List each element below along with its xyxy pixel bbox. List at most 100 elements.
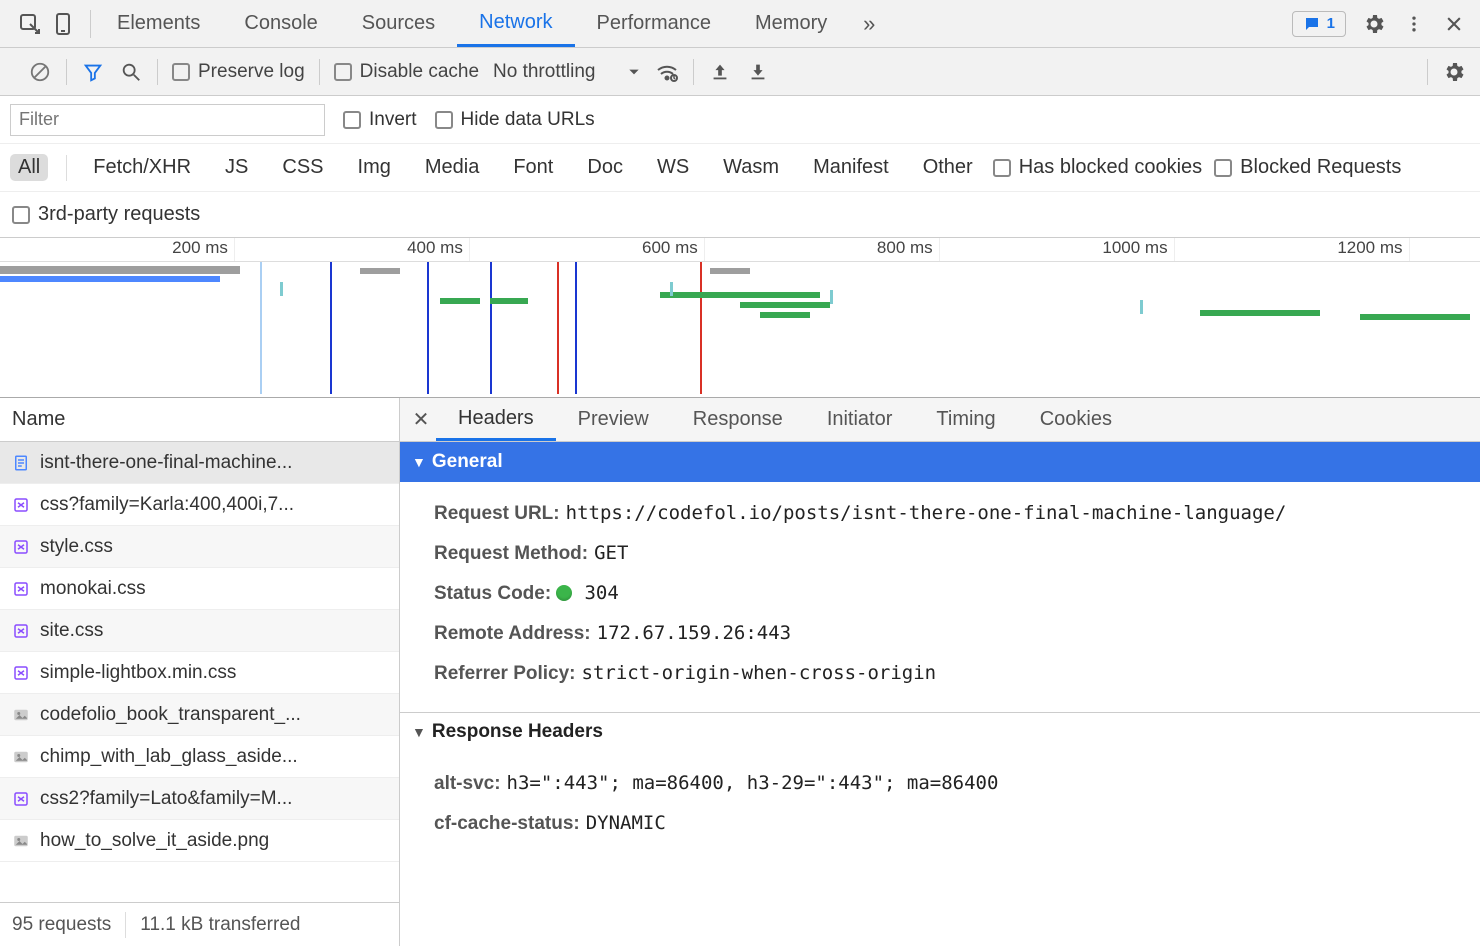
request-name: style.css bbox=[40, 536, 113, 558]
chevron-down-icon bbox=[627, 65, 641, 79]
filter-bar: Invert Hide data URLs bbox=[0, 96, 1480, 144]
detail-tab-headers[interactable]: Headers bbox=[436, 398, 556, 441]
section-response-headers-header[interactable]: ▼ Response Headers bbox=[400, 712, 1480, 752]
file-type-icon bbox=[12, 706, 30, 724]
request-name: site.css bbox=[40, 620, 103, 642]
file-type-icon bbox=[12, 454, 30, 472]
detail-tabbar: ✕ HeadersPreviewResponseInitiatorTimingC… bbox=[400, 398, 1480, 442]
waterfall-overview[interactable]: 200 ms400 ms600 ms800 ms1000 ms1200 ms bbox=[0, 238, 1480, 398]
kebab-menu-icon[interactable] bbox=[1402, 12, 1426, 36]
request-url-value: https://codefol.io/posts/isnt-there-one-… bbox=[566, 502, 1287, 524]
summary-transferred: 11.1 kB transferred bbox=[140, 914, 300, 936]
network-settings-icon[interactable] bbox=[1442, 60, 1466, 84]
preserve-log-checkbox[interactable]: Preserve log bbox=[172, 61, 305, 83]
request-row[interactable]: simple-lightbox.min.css bbox=[0, 652, 399, 694]
devtools-main-tabbar: ElementsConsoleSourcesNetworkPerformance… bbox=[0, 0, 1480, 48]
more-tabs-icon[interactable]: » bbox=[857, 12, 881, 36]
status-code-value: 304 bbox=[584, 582, 618, 604]
summary-requests: 95 requests bbox=[12, 914, 111, 936]
section-general-body: Request URL:https://codefol.io/posts/isn… bbox=[400, 482, 1480, 712]
issues-button[interactable]: 1 bbox=[1292, 11, 1346, 37]
type-filter-css[interactable]: CSS bbox=[274, 154, 331, 181]
main-tab-elements[interactable]: Elements bbox=[95, 0, 222, 47]
request-row[interactable]: css2?family=Lato&family=M... bbox=[0, 778, 399, 820]
request-row[interactable]: codefolio_book_transparent_... bbox=[0, 694, 399, 736]
request-name: isnt-there-one-final-machine... bbox=[40, 452, 292, 474]
main-tab-memory[interactable]: Memory bbox=[733, 0, 849, 47]
main-tab-console[interactable]: Console bbox=[222, 0, 339, 47]
detail-tab-cookies[interactable]: Cookies bbox=[1018, 398, 1134, 441]
blocked-requests-checkbox[interactable]: Blocked Requests bbox=[1214, 156, 1401, 179]
type-filter-font[interactable]: Font bbox=[505, 154, 561, 181]
request-row[interactable]: how_to_solve_it_aside.png bbox=[0, 820, 399, 862]
file-type-icon bbox=[12, 496, 30, 514]
request-method-value: GET bbox=[594, 542, 628, 564]
disclosure-down-icon: ▼ bbox=[412, 454, 426, 470]
request-summary: 95 requests 11.1 kB transferred bbox=[0, 902, 399, 946]
hide-data-urls-checkbox[interactable]: Hide data URLs bbox=[435, 109, 595, 131]
section-general-header[interactable]: ▼ General bbox=[400, 442, 1480, 482]
request-list-header[interactable]: Name bbox=[0, 398, 399, 442]
type-filter-js[interactable]: JS bbox=[217, 154, 256, 181]
status-dot-icon bbox=[556, 585, 572, 601]
referrer-policy-value: strict-origin-when-cross-origin bbox=[582, 662, 937, 684]
request-row[interactable]: style.css bbox=[0, 526, 399, 568]
request-row[interactable]: isnt-there-one-final-machine... bbox=[0, 442, 399, 484]
has-blocked-cookies-checkbox[interactable]: Has blocked cookies bbox=[993, 156, 1202, 179]
waterfall-body bbox=[0, 262, 1480, 394]
network-conditions-icon[interactable] bbox=[655, 60, 679, 84]
third-party-checkbox[interactable]: 3rd-party requests bbox=[12, 203, 200, 226]
type-filter-doc[interactable]: Doc bbox=[579, 154, 631, 181]
request-row[interactable]: css?family=Karla:400,400i,7... bbox=[0, 484, 399, 526]
upload-har-icon[interactable] bbox=[708, 60, 732, 84]
request-name: codefolio_book_transparent_... bbox=[40, 704, 301, 726]
type-filter-media[interactable]: Media bbox=[417, 154, 487, 181]
close-devtools-icon[interactable] bbox=[1442, 12, 1466, 36]
section-response-headers-body: alt-svc:h3=":443"; ma=86400, h3-29=":443… bbox=[400, 752, 1480, 862]
request-row[interactable]: site.css bbox=[0, 610, 399, 652]
type-filter-all[interactable]: All bbox=[10, 154, 48, 181]
inspect-icon[interactable] bbox=[18, 12, 42, 36]
detail-tab-timing[interactable]: Timing bbox=[914, 398, 1017, 441]
download-har-icon[interactable] bbox=[746, 60, 770, 84]
filter-input[interactable] bbox=[10, 104, 325, 136]
third-party-row: 3rd-party requests bbox=[0, 192, 1480, 238]
detail-tab-response[interactable]: Response bbox=[671, 398, 805, 441]
main-tab-list: ElementsConsoleSourcesNetworkPerformance… bbox=[95, 0, 849, 47]
close-details-icon[interactable]: ✕ bbox=[406, 407, 436, 432]
main-tab-sources[interactable]: Sources bbox=[340, 0, 457, 47]
detail-tab-preview[interactable]: Preview bbox=[556, 398, 671, 441]
device-toggle-icon[interactable] bbox=[52, 12, 76, 36]
clear-icon[interactable] bbox=[28, 60, 52, 84]
issues-count: 1 bbox=[1327, 15, 1335, 32]
request-row[interactable]: monokai.css bbox=[0, 568, 399, 610]
file-type-icon bbox=[12, 664, 30, 682]
disclosure-down-icon: ▼ bbox=[412, 724, 426, 740]
request-name: simple-lightbox.min.css bbox=[40, 662, 236, 684]
remote-address-value: 172.67.159.26:443 bbox=[597, 622, 791, 644]
file-type-icon bbox=[12, 538, 30, 556]
settings-icon[interactable] bbox=[1362, 12, 1386, 36]
invert-checkbox[interactable]: Invert bbox=[343, 109, 417, 131]
main-tab-performance[interactable]: Performance bbox=[575, 0, 734, 47]
file-type-icon bbox=[12, 580, 30, 598]
type-filter-ws[interactable]: WS bbox=[649, 154, 697, 181]
request-row[interactable]: chimp_with_lab_glass_aside... bbox=[0, 736, 399, 778]
type-filter-manifest[interactable]: Manifest bbox=[805, 154, 897, 181]
filter-icon[interactable] bbox=[81, 60, 105, 84]
resource-type-filter: All Fetch/XHR JS CSS Img Media Font Doc WS Wasm Ma… bbox=[0, 144, 1480, 192]
disable-cache-checkbox[interactable]: Disable cache bbox=[334, 61, 479, 83]
type-filter-other[interactable]: Other bbox=[915, 154, 981, 181]
type-filter-fetchxhr[interactable]: Fetch/XHR bbox=[85, 154, 199, 181]
throttling-select[interactable]: No throttling bbox=[493, 61, 641, 83]
request-name: chimp_with_lab_glass_aside... bbox=[40, 746, 298, 768]
request-name: how_to_solve_it_aside.png bbox=[40, 830, 269, 852]
request-name: css?family=Karla:400,400i,7... bbox=[40, 494, 294, 516]
file-type-icon bbox=[12, 748, 30, 766]
type-filter-img[interactable]: Img bbox=[350, 154, 399, 181]
search-icon[interactable] bbox=[119, 60, 143, 84]
type-filter-wasm[interactable]: Wasm bbox=[715, 154, 787, 181]
detail-tab-initiator[interactable]: Initiator bbox=[805, 398, 915, 441]
main-tab-network[interactable]: Network bbox=[457, 0, 574, 47]
timeline-tick: 1200 ms bbox=[0, 238, 1410, 261]
